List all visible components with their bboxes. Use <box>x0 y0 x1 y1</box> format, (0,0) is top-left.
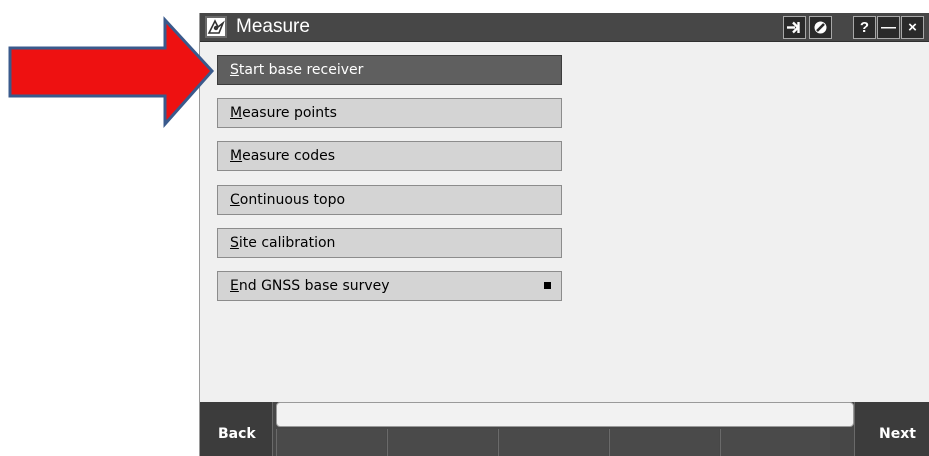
menu-item-label: easure points <box>242 105 337 121</box>
close-button[interactable]: × <box>901 16 924 39</box>
softkey-3[interactable] <box>498 429 608 456</box>
submenu-square-icon <box>544 282 551 289</box>
softkey-2[interactable] <box>387 429 497 456</box>
connect-button[interactable] <box>783 16 806 39</box>
screen: Measure ? — × Start base receiver Measur… <box>0 0 929 456</box>
window-title: Measure <box>236 16 310 37</box>
menu-item-label: easure codes <box>242 148 336 164</box>
mnemonic-letter: E <box>230 278 239 294</box>
softkey-1[interactable] <box>276 429 386 456</box>
bottom-bar: Back Next <box>200 402 929 456</box>
next-button[interactable]: Next <box>854 402 929 456</box>
mnemonic-letter: M <box>230 105 243 121</box>
measure-window: Measure ? — × Start base receiver Measur… <box>199 13 929 456</box>
menu-item-label: ite calibration <box>238 235 336 251</box>
start-base-receiver-button[interactable]: Start base receiver <box>217 55 562 85</box>
menu-item-label: tart base receiver <box>238 62 364 78</box>
mnemonic-letter: S <box>230 235 239 251</box>
title-bar: Measure ? — × <box>200 13 929 42</box>
menu-item-label: nd GNSS base survey <box>238 278 390 294</box>
end-gnss-base-survey-button[interactable]: End GNSS base survey <box>217 271 562 301</box>
mnemonic-letter: M <box>230 148 243 164</box>
back-button[interactable]: Back <box>200 402 273 456</box>
prohibited-icon <box>814 21 827 34</box>
menu-item-label: ontinuous topo <box>239 192 346 208</box>
site-calibration-button[interactable]: Site calibration <box>217 228 562 258</box>
measure-codes-button[interactable]: Measure codes <box>217 141 562 171</box>
connect-arrow-icon <box>787 21 800 34</box>
mnemonic-letter: C <box>230 192 240 208</box>
softkey-5[interactable] <box>720 429 830 456</box>
mnemonic-letter: S <box>230 62 239 78</box>
minimize-button[interactable]: — <box>877 16 900 39</box>
status-line <box>276 402 854 427</box>
softkey-4[interactable] <box>609 429 719 456</box>
measure-points-button[interactable]: Measure points <box>217 98 562 128</box>
red-pointer-arrow-icon <box>8 16 215 128</box>
help-button[interactable]: ? <box>853 16 876 39</box>
continuous-topo-button[interactable]: Continuous topo <box>217 185 562 215</box>
prohibited-button[interactable] <box>809 16 832 39</box>
